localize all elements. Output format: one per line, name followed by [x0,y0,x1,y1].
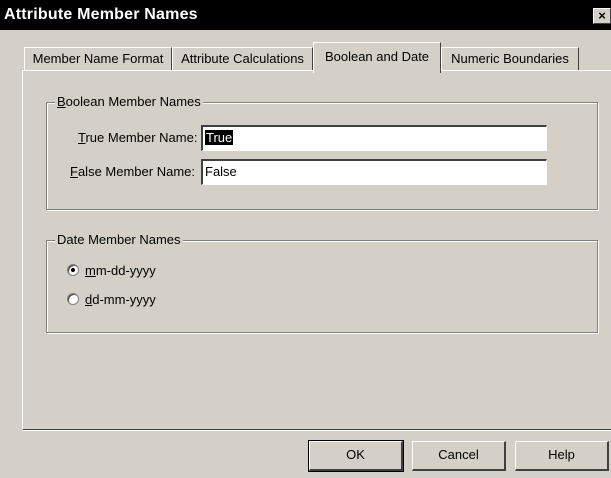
tab-label: Numeric Boundaries [451,51,569,66]
divider [22,430,611,431]
radio-label: dd-mm-yyyy [85,291,156,307]
radio-mm-dd-yyyy[interactable]: mm-dd-yyyy [67,262,156,278]
false-member-name-input[interactable]: False [201,159,547,185]
title-bar: Attribute Member Names × [0,0,611,30]
boolean-group-label: Boolean Member Names [55,94,203,109]
tab-label: Attribute Calculations [181,51,304,66]
help-button-label: Help [548,447,575,462]
close-button[interactable]: × [593,8,611,24]
tab-member-name-format[interactable]: Member Name Format [24,47,172,71]
false-member-name-value: False [205,164,237,179]
tab-panel: Boolean Member Names True Member Name: T… [22,70,611,430]
tab-numeric-boundaries[interactable]: Numeric Boundaries [441,47,579,71]
boolean-member-names-group: Boolean Member Names True Member Name: T… [46,94,598,210]
false-member-name-label: False Member Name: [70,164,195,179]
tab-boolean-and-date[interactable]: Boolean and Date [313,42,441,73]
date-member-names-group: Date Member Names mm-dd-yyyy dd-mm-yyyy [46,232,598,333]
true-member-name-label: True Member Name: [78,130,198,145]
radio-button-icon[interactable] [67,293,79,305]
window-title: Attribute Member Names [4,6,198,23]
close-icon: × [598,8,606,23]
date-group-label: Date Member Names [55,232,183,247]
tab-label: Member Name Format [32,51,164,66]
tab-label: Boolean and Date [324,49,430,64]
ok-button-label: OK [346,447,365,462]
radio-label: mm-dd-yyyy [85,262,156,278]
radio-dd-mm-yyyy[interactable]: dd-mm-yyyy [67,291,156,307]
cancel-button-label: Cancel [438,447,479,462]
true-member-name-value: True [205,130,234,145]
tab-attribute-calculations[interactable]: Attribute Calculations [172,47,313,71]
cancel-button[interactable]: Cancel [412,441,506,471]
help-button[interactable]: Help [515,441,609,471]
radio-button-icon[interactable] [67,264,79,276]
ok-button[interactable]: OK [308,440,404,472]
true-member-name-input[interactable]: True [201,125,547,151]
